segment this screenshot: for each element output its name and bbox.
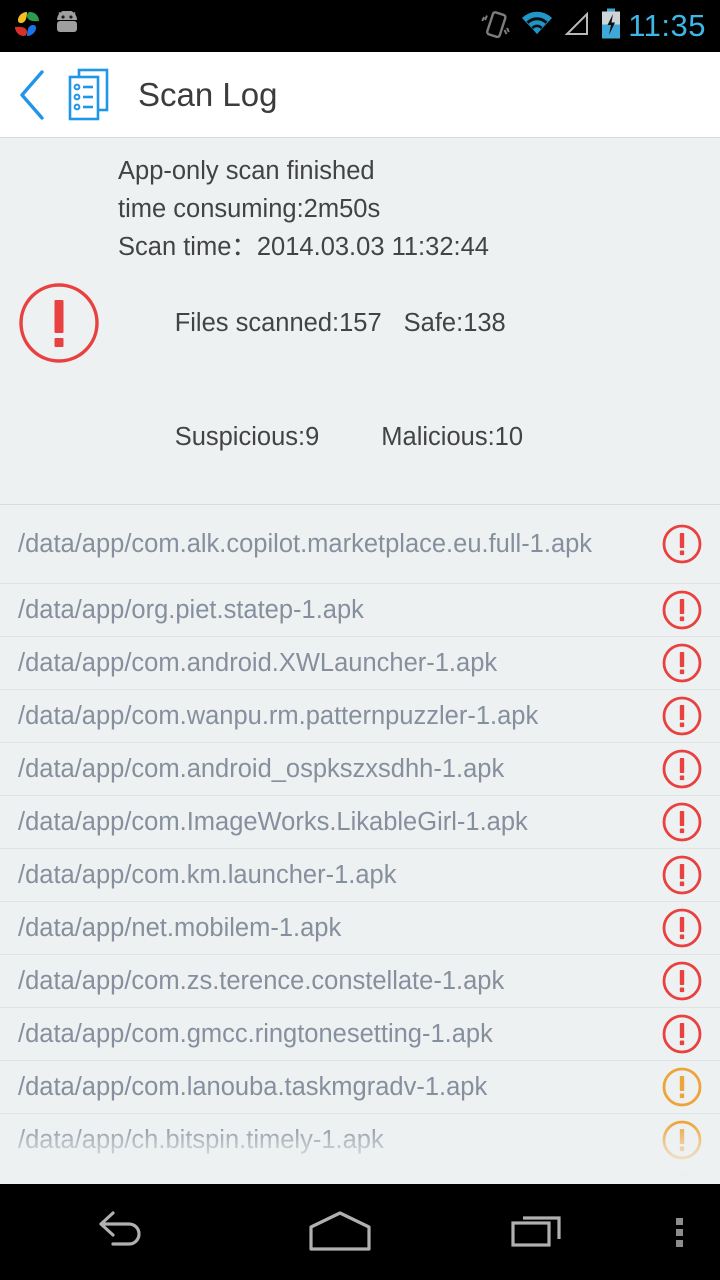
table-row[interactable]: /data/app/org.piet.statep-1.apk xyxy=(0,584,720,637)
scan-log-path: /data/app/com.gmcc.ringtonesetting-1.apk xyxy=(18,1019,493,1048)
table-row[interactable]: /data/app/net.mobilem-1.apk xyxy=(0,902,720,955)
signal-icon xyxy=(563,10,591,43)
scan-summary-panel: App-only scan finished time consuming:2m… xyxy=(0,138,720,505)
suspicious-count: Suspicious:9 xyxy=(174,423,320,451)
malicious-status-icon xyxy=(644,642,720,684)
nav-recents-icon[interactable] xyxy=(440,1207,640,1257)
scan-log-list[interactable]: /data/app/com.alk.copilot.marketplace.eu… xyxy=(0,505,720,1184)
action-bar: Scan Log xyxy=(0,52,720,138)
scan-log-path: /data/app/com.android_ospkszxsdhh-1.apk xyxy=(18,754,505,783)
page-title: Scan Log xyxy=(138,75,278,113)
malicious-status-icon xyxy=(644,1013,720,1055)
scan-log-path: /data/app/com.km.launcher-1.apk xyxy=(18,860,397,889)
status-bar-system-icons xyxy=(481,8,622,45)
malicious-status-icon xyxy=(644,695,720,737)
back-button[interactable] xyxy=(10,64,56,126)
table-row[interactable]: /data/app/com.lanouba.taskmgradv-1.apk xyxy=(0,1061,720,1114)
malicious-status-icon xyxy=(644,854,720,896)
table-row[interactable]: /data/app/com.android.XWLauncher-1.apk xyxy=(0,637,720,690)
table-row[interactable]: /data/app/com.wanpu.rm.patternpuzzler-1.… xyxy=(0,690,720,743)
table-row[interactable]: /data/app/com.alk.copilot.marketplace.eu… xyxy=(0,505,720,584)
google-photos-notification-icon xyxy=(12,9,42,44)
malicious-status-icon xyxy=(644,589,720,631)
summary-line-counts: Files scanned:157 Safe:138 xyxy=(118,266,720,380)
malicious-status-icon xyxy=(644,960,720,1002)
scan-log-path: /data/app/com.wanpu.rm.patternpuzzler-1.… xyxy=(18,701,539,730)
wifi-icon xyxy=(520,10,554,43)
table-row[interactable]: /data/app/com.ImageWorks.LikableGirl-1.a… xyxy=(0,796,720,849)
summary-line-status: App-only scan finished xyxy=(118,157,375,185)
status-bar-clock: 11:35 xyxy=(628,8,706,43)
malicious-status-icon xyxy=(644,748,720,790)
scan-log-path: /data/app/net.mobilem-1.apk xyxy=(18,913,342,942)
malicious-status-icon xyxy=(644,801,720,843)
safe-count: Safe:138 xyxy=(403,309,506,337)
summary-line-threats: Suspicious:9 Malicious:10 xyxy=(118,380,720,494)
system-navigation-bar xyxy=(0,1184,720,1280)
table-row[interactable]: /data/app/com.km.launcher-1.apk xyxy=(0,849,720,902)
table-row[interactable]: /data/app/ch.bitspin.timely-1.apk xyxy=(0,1114,720,1167)
nav-home-icon[interactable] xyxy=(240,1207,440,1257)
malicious-count: Malicious:10 xyxy=(381,423,524,451)
phone-screen: 11:35 Scan Log App-only scan finished ti… xyxy=(0,0,720,1280)
nav-overflow-menu-icon[interactable] xyxy=(640,1207,720,1257)
scan-log-path: /data/app/com.ImageWorks.LikableGirl-1.a… xyxy=(18,807,528,836)
summary-line-scantime: Scan time：2014.03.03 11:32:44 xyxy=(118,233,489,261)
suspicious-status-icon xyxy=(644,1066,720,1108)
table-row[interactable]: /data/app/com.android_ospkszxsdhh-1.apk xyxy=(0,743,720,796)
scan-log-path: /data/app/com.mf.app.MyPhoneBook-1.apk xyxy=(18,1177,644,1185)
table-row[interactable]: /data/app/com.mf.app.MyPhoneBook-1.apk xyxy=(0,1167,720,1184)
scan-log-path: /data/app/org.piet.statep-1.apk xyxy=(18,595,364,624)
malicious-status-icon xyxy=(644,523,720,565)
status-bar-notifications xyxy=(12,9,82,44)
scan-log-path: /data/app/com.alk.copilot.marketplace.eu… xyxy=(18,529,593,558)
scan-log-path: /data/app/ch.bitspin.timely-1.apk xyxy=(18,1125,384,1154)
scan-log-path: /data/app/com.android.XWLauncher-1.apk xyxy=(18,648,498,677)
table-row[interactable]: /data/app/com.gmcc.ringtonesetting-1.apk xyxy=(0,1008,720,1061)
scan-log-path: /data/app/com.lanouba.taskmgradv-1.apk xyxy=(18,1072,488,1101)
summary-line-duration: time consuming:2m50s xyxy=(118,195,381,223)
malicious-status-icon xyxy=(644,907,720,949)
status-bar: 11:35 xyxy=(0,0,720,52)
scan-summary-text: App-only scan finished time consuming:2m… xyxy=(118,152,720,494)
scan-result-error-icon xyxy=(0,280,118,366)
suspicious-status-icon xyxy=(644,1119,720,1161)
battery-charging-icon xyxy=(600,8,622,45)
suspicious-status-icon xyxy=(644,1172,720,1184)
vibrate-icon xyxy=(481,8,511,45)
files-scanned-count: Files scanned:157 xyxy=(174,309,382,337)
scan-log-icon xyxy=(60,64,116,126)
table-row[interactable]: /data/app/com.zs.terence.constellate-1.a… xyxy=(0,955,720,1008)
scan-log-path: /data/app/com.zs.terence.constellate-1.a… xyxy=(18,966,505,995)
nav-back-icon[interactable] xyxy=(0,1207,240,1257)
android-notification-icon xyxy=(52,9,82,42)
